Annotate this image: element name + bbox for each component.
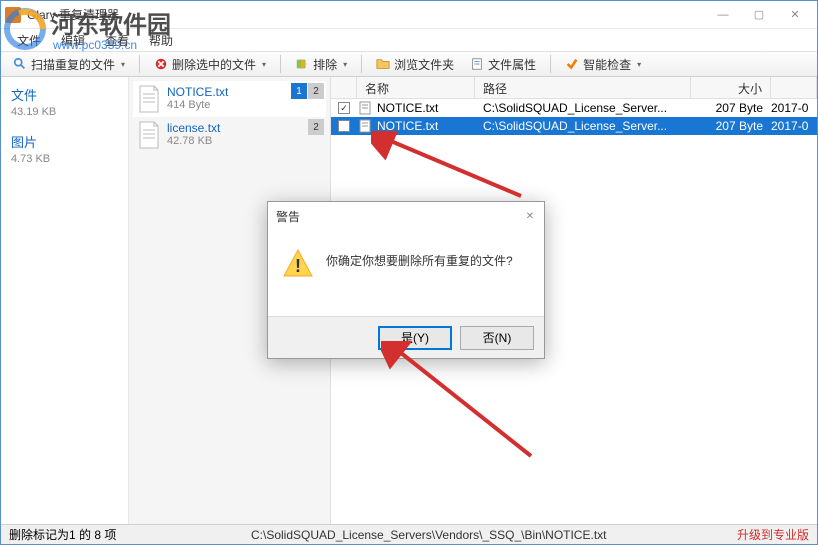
maximize-button[interactable]: ▢	[741, 4, 777, 26]
separator	[550, 55, 551, 73]
table-row[interactable]: ✓ NOTICE.txt C:\SolidSQUAD_License_Serve…	[331, 99, 817, 117]
exclude-button[interactable]: 排除	[289, 54, 353, 75]
sidebar-category-files[interactable]: 文件 43.19 KB	[11, 85, 118, 118]
group-item[interactable]: license.txt 42.78 KB 2	[133, 117, 326, 153]
upgrade-link[interactable]: 升级到专业版	[729, 526, 817, 543]
table-header: 名称 路径 大小	[331, 77, 817, 99]
badge-total-count: 2	[308, 83, 324, 99]
yes-button[interactable]: 是(Y)	[378, 326, 452, 350]
sidebar-title: 图片	[11, 132, 118, 151]
menu-edit[interactable]: 编辑	[51, 30, 95, 51]
search-icon	[13, 57, 27, 71]
row-size: 207 Byte	[691, 101, 771, 115]
smart-check-button[interactable]: 智能检查	[559, 54, 647, 75]
row-name: NOTICE.txt	[375, 119, 475, 133]
properties-button[interactable]: 文件属性	[464, 54, 542, 75]
menubar: 文件 编辑 查看 帮助	[1, 29, 817, 51]
badge-total-count: 2	[308, 119, 324, 135]
titlebar: Glary 重复清理器 — ▢ ✕	[1, 1, 817, 29]
sidebar: 文件 43.19 KB 图片 4.73 KB	[1, 77, 129, 526]
exclude-label: 排除	[313, 56, 337, 73]
exclude-icon	[295, 57, 309, 71]
delete-selected-label: 删除选中的文件	[172, 56, 256, 73]
row-size: 207 Byte	[691, 119, 771, 133]
no-button[interactable]: 否(N)	[460, 326, 534, 350]
status-path: C:\SolidSQUAD_License_Servers\Vendors\_S…	[243, 528, 729, 542]
delete-selected-button[interactable]: 删除选中的文件	[148, 54, 272, 75]
dialog-close-button[interactable]: ✕	[522, 208, 538, 224]
table-row[interactable]: NOTICE.txt C:\SolidSQUAD_License_Server.…	[331, 117, 817, 135]
row-checkbox[interactable]	[338, 120, 350, 132]
app-icon	[5, 7, 21, 23]
status-left: 删除标记为1 的 8 项	[1, 526, 243, 543]
row-name: NOTICE.txt	[375, 101, 475, 115]
toolbar: 扫描重复的文件 删除选中的文件 排除 浏览文件夹 文件属性 智能检查	[1, 51, 817, 77]
col-date[interactable]	[771, 77, 817, 98]
separator	[361, 55, 362, 73]
col-path[interactable]: 路径	[475, 77, 691, 98]
group-filesize: 414 Byte	[167, 99, 228, 111]
menu-view[interactable]: 查看	[95, 30, 139, 51]
properties-icon	[470, 57, 484, 71]
text-file-icon	[137, 121, 161, 149]
col-size[interactable]: 大小	[691, 77, 771, 98]
sidebar-category-images[interactable]: 图片 4.73 KB	[11, 132, 118, 165]
browse-button[interactable]: 浏览文件夹	[370, 54, 460, 75]
warning-icon: !	[282, 248, 314, 280]
col-checkbox[interactable]	[331, 77, 357, 98]
browse-label: 浏览文件夹	[394, 56, 454, 73]
menu-file[interactable]: 文件	[7, 30, 51, 51]
group-filename: NOTICE.txt	[167, 85, 228, 99]
badge-selected-count: 1	[291, 83, 307, 99]
text-file-icon	[137, 85, 161, 113]
delete-icon	[154, 57, 168, 71]
dialog-message: 你确定你想要删除所有重复的文件?	[326, 248, 513, 269]
row-path: C:\SolidSQUAD_License_Server...	[475, 101, 691, 115]
col-name[interactable]: 名称	[357, 77, 475, 98]
window-title: Glary 重复清理器	[27, 6, 705, 23]
separator	[139, 55, 140, 73]
scan-button[interactable]: 扫描重复的文件	[7, 54, 131, 75]
group-item[interactable]: NOTICE.txt 414 Byte 1 2	[133, 81, 326, 117]
statusbar: 删除标记为1 的 8 项 C:\SolidSQUAD_License_Serve…	[1, 524, 817, 544]
properties-label: 文件属性	[488, 56, 536, 73]
warning-dialog: 警告 ✕ ! 你确定你想要删除所有重复的文件? 是(Y) 否(N)	[267, 201, 545, 359]
group-filesize: 42.78 KB	[167, 135, 220, 147]
row-date: 2017-0	[771, 101, 817, 115]
sidebar-title: 文件	[11, 85, 118, 104]
row-path: C:\SolidSQUAD_License_Server...	[475, 119, 691, 133]
smart-check-label: 智能检查	[583, 56, 631, 73]
check-icon	[565, 57, 579, 71]
sidebar-size: 43.19 KB	[11, 106, 118, 118]
dialog-title: 警告	[268, 202, 544, 230]
close-button[interactable]: ✕	[777, 4, 813, 26]
menu-help[interactable]: 帮助	[139, 30, 183, 51]
folder-icon	[376, 57, 390, 71]
row-date: 2017-0	[771, 119, 817, 133]
group-filename: license.txt	[167, 121, 220, 135]
separator	[280, 55, 281, 73]
scan-label: 扫描重复的文件	[31, 56, 115, 73]
row-checkbox[interactable]: ✓	[338, 102, 350, 114]
sidebar-size: 4.73 KB	[11, 153, 118, 165]
text-file-icon	[357, 101, 373, 115]
minimize-button[interactable]: —	[705, 4, 741, 26]
svg-text:!: !	[295, 256, 301, 276]
text-file-icon	[357, 119, 373, 133]
